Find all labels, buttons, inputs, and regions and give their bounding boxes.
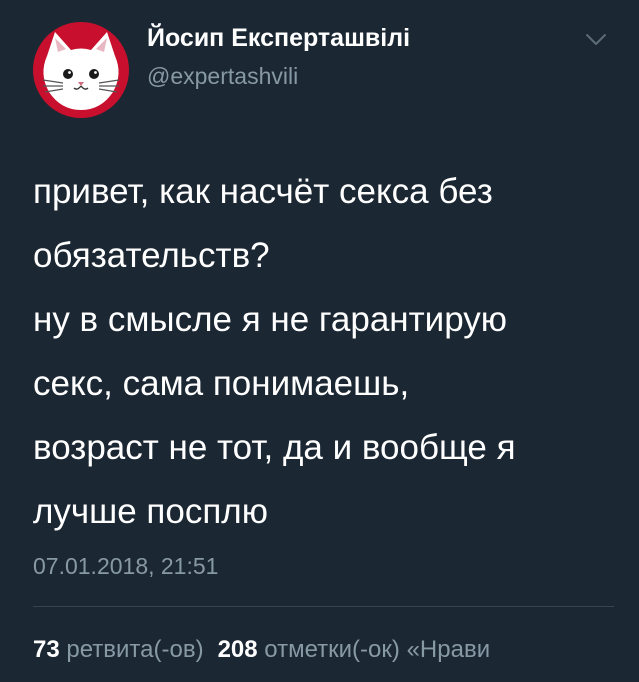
tweet-text-line: ну в смысле я не гарантирую — [33, 300, 508, 339]
author-display-name[interactable]: Йосип Експерташвілі — [147, 24, 410, 53]
author-handle[interactable]: @expertashvili — [147, 63, 298, 90]
likes-count: 208 — [217, 636, 258, 663]
tweet-card: Йосип Експерташвілі @expertashvili приве… — [0, 0, 639, 682]
tweet-text-line: возраст не тот, да и вообще я — [33, 428, 516, 467]
tweet-timestamp[interactable]: 07.01.2018, 21:51 — [33, 553, 218, 580]
tweet-text-line: обязательств? — [33, 236, 270, 275]
likes-stat[interactable]: 208 отметки(-ок) «Нрави — [218, 636, 491, 663]
tweet-text: привет, как насчёт секса без обязательст… — [33, 160, 623, 544]
likes-label: отметки(-ок) — [264, 636, 400, 663]
tweet-text-line: привет, как насчёт секса без — [33, 172, 493, 211]
retweets-label: ретвита(-ов) — [66, 636, 204, 663]
tweet-stats: 73 ретвита(-ов) 208 отметки(-ок) «Нрави — [33, 636, 639, 670]
chevron-down-icon[interactable] — [585, 33, 607, 47]
tweet-text-line: лучше посплю — [33, 492, 268, 531]
retweets-count: 73 — [33, 636, 60, 663]
divider — [33, 606, 614, 607]
likes-extra-label: «Нрави — [406, 636, 491, 663]
cat-avatar-icon[interactable] — [33, 22, 129, 118]
retweets-stat[interactable]: 73 ретвита(-ов) — [33, 636, 204, 663]
tweet-text-line: секс, сама понимаешь, — [33, 364, 410, 403]
